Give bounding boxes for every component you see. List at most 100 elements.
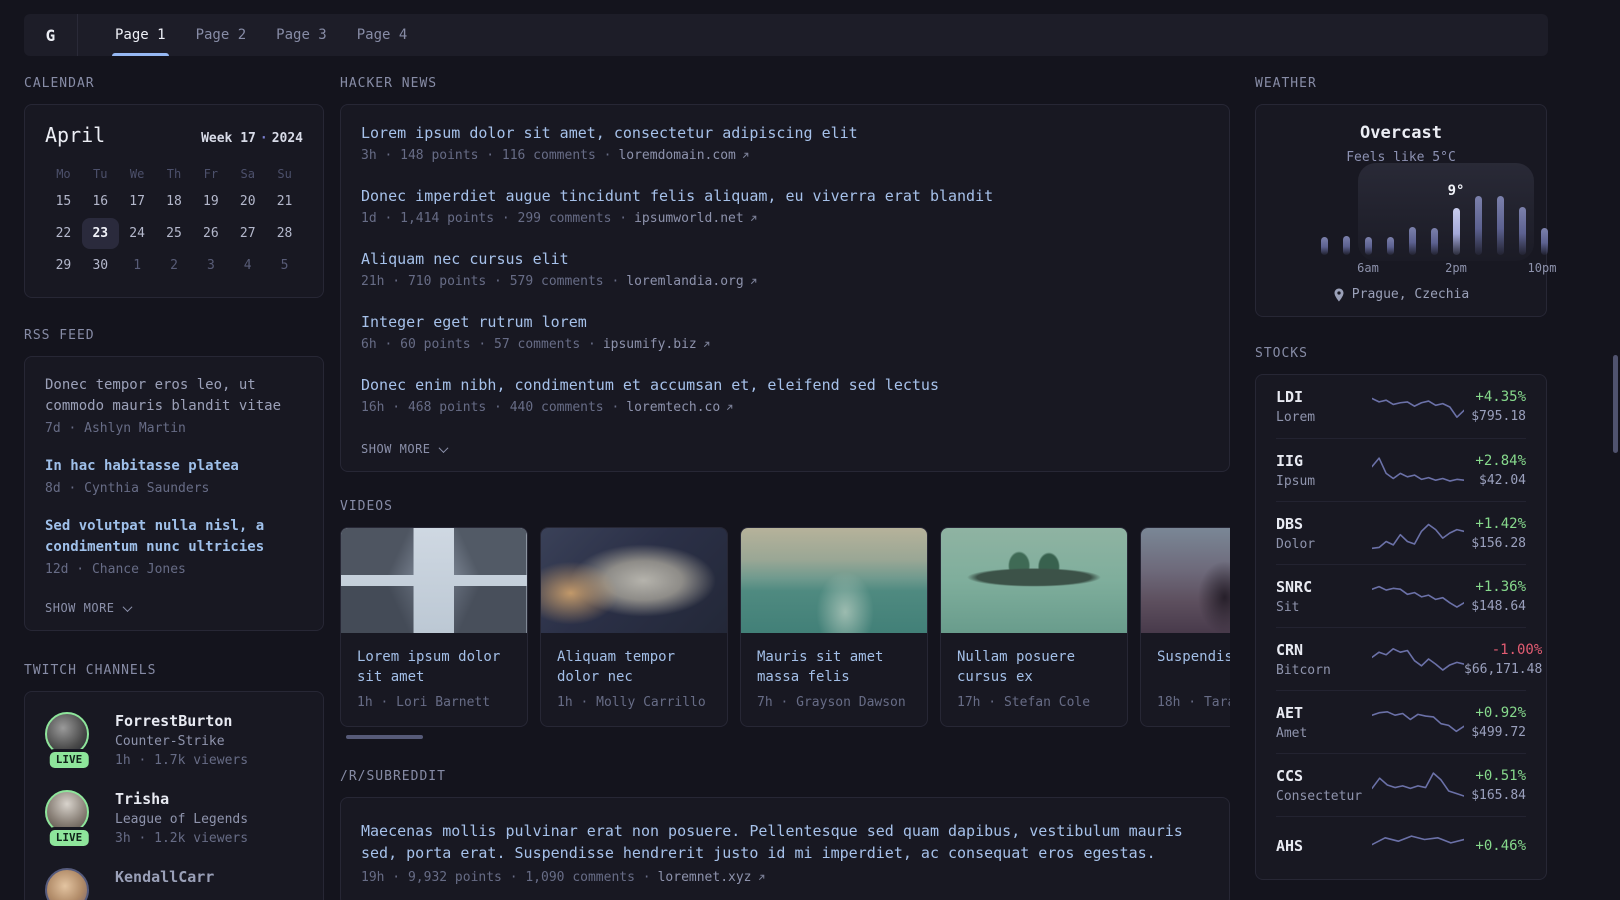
channel-name[interactable]: Trisha — [115, 790, 248, 808]
rss-item-title[interactable]: Donec tempor eros leo, ut commodo mauris… — [45, 375, 303, 417]
external-link-icon — [749, 277, 758, 286]
weather-bar — [1409, 227, 1416, 255]
avatar: LIVE — [45, 712, 93, 768]
calendar-day[interactable]: 1 — [119, 250, 156, 281]
video-thumbnail[interactable] — [341, 528, 527, 633]
stock-row[interactable]: LDI Lorem +4.35% $795.18 — [1276, 375, 1526, 438]
calendar-day[interactable]: 2 — [156, 250, 193, 281]
video-card[interactable]: Mauris sit amet massa felis 7h · Grayson… — [740, 527, 928, 727]
calendar-day[interactable]: 24 — [119, 218, 156, 249]
calendar-day[interactable]: 20 — [229, 186, 266, 217]
stock-change: +1.36% — [1475, 578, 1526, 595]
calendar-day[interactable]: 15 — [45, 186, 82, 217]
channel-name[interactable]: ForrestBurton — [115, 712, 248, 730]
hn-domain-link[interactable]: ipsumworld.net — [634, 211, 758, 226]
stock-row[interactable]: AHS +0.46% — [1276, 816, 1526, 879]
app-logo[interactable]: G — [24, 14, 78, 56]
stock-sparkline — [1372, 831, 1464, 865]
hn-item-title[interactable]: Donec imperdiet augue tincidunt felis al… — [361, 186, 1209, 206]
video-thumbnail[interactable] — [1141, 528, 1230, 633]
video-thumbnail[interactable] — [741, 528, 927, 633]
hn-domain-link[interactable]: loremtech.co — [626, 400, 734, 415]
hn-show-more-button[interactable]: SHOW MORE — [361, 442, 448, 456]
stock-symbol[interactable]: CRN — [1276, 641, 1372, 659]
tab-page-4[interactable]: Page 4 — [342, 14, 423, 56]
channel-meta: 1h · 1.7k viewers — [115, 753, 249, 768]
calendar-day[interactable]: 28 — [266, 218, 303, 249]
rss-show-more-button[interactable]: SHOW MORE — [45, 601, 132, 615]
stock-row[interactable]: AET Amet +0.92% $499.72 — [1276, 690, 1526, 753]
video-card[interactable]: Nullam posuere cursus ex 17h · Stefan Co… — [940, 527, 1128, 727]
stock-symbol[interactable]: DBS — [1276, 515, 1372, 533]
stock-symbol[interactable]: AHS — [1276, 837, 1372, 855]
calendar-day[interactable]: 25 — [156, 218, 193, 249]
twitch-channel-row[interactable]: KendallCarr — [45, 868, 303, 900]
stock-row[interactable]: CCS Consectetur +0.51% $165.84 — [1276, 753, 1526, 816]
calendar-day[interactable]: 19 — [192, 186, 229, 217]
reddit-post-title[interactable]: Maecenas mollis pulvinar erat non posuer… — [361, 820, 1209, 864]
calendar-day[interactable]: 21 — [266, 186, 303, 217]
calendar-day[interactable]: 16 — [82, 186, 119, 217]
video-title[interactable]: Lorem ipsum dolor sit amet consectetu… — [357, 647, 511, 687]
hn-domain-link[interactable]: ipsumify.biz — [603, 337, 711, 352]
channel-game[interactable]: League of Legends — [115, 812, 248, 827]
twitch-channel-row[interactable]: LIVE ForrestBurton Counter-Strike 1h · 1… — [45, 712, 303, 768]
calendar-day[interactable]: 23 — [81, 218, 119, 249]
hn-item-title[interactable]: Integer eget rutrum lorem — [361, 312, 1209, 332]
calendar-day[interactable]: 17 — [119, 186, 156, 217]
channel-game[interactable]: Counter-Strike — [115, 734, 248, 749]
calendar-day[interactable]: 22 — [45, 218, 82, 249]
hn-item-meta: 21h · 710 points · 579 comments · loremla… — [361, 274, 1209, 289]
calendar-day[interactable]: 29 — [45, 250, 82, 281]
reddit-domain-link[interactable]: loremnet.xyz — [658, 870, 766, 885]
avatar — [45, 868, 93, 900]
rss-item: In hac habitasse platea 8d · Cynthia Sau… — [45, 456, 303, 496]
stock-row[interactable]: CRN Bitcorn -1.00% $66,171.48 — [1276, 627, 1542, 690]
video-title[interactable]: Nullam posuere cursus ex — [957, 647, 1111, 687]
stock-symbol[interactable]: LDI — [1276, 388, 1372, 406]
weather-bar — [1453, 208, 1460, 255]
calendar-day[interactable]: 18 — [156, 186, 193, 217]
video-title[interactable]: Suspendisse diam — [1157, 647, 1230, 687]
video-title[interactable]: Aliquam tempor dolor nec pharetra… — [557, 647, 711, 687]
weather-section-title: WEATHER — [1255, 76, 1317, 91]
video-card[interactable]: Suspendisse diam 18h · Tara — [1140, 527, 1230, 727]
stock-symbol[interactable]: CCS — [1276, 767, 1372, 785]
rss-item-title[interactable]: Sed volutpat nulla nisl, a condimentum n… — [45, 516, 303, 558]
show-more-label: SHOW MORE — [45, 601, 115, 615]
hn-item-title[interactable]: Aliquam nec cursus elit — [361, 249, 1209, 269]
twitch-channel-row[interactable]: LIVE Trisha League of Legends 3h · 1.2k … — [45, 790, 303, 846]
channel-name[interactable]: KendallCarr — [115, 868, 214, 886]
page-scrollbar[interactable] — [1613, 355, 1618, 453]
stock-row[interactable]: DBS Dolor +1.42% $156.28 — [1276, 501, 1526, 564]
stock-symbol[interactable]: AET — [1276, 704, 1372, 722]
hn-domain-text: ipsumworld.net — [634, 211, 744, 226]
stock-row[interactable]: SNRC Sit +1.36% $148.64 — [1276, 564, 1526, 627]
tab-page-3[interactable]: Page 3 — [261, 14, 342, 56]
calendar-day[interactable]: 5 — [266, 250, 303, 281]
hn-domain-link[interactable]: loremlandia.org — [626, 274, 757, 289]
rss-item-title[interactable]: In hac habitasse platea — [45, 456, 303, 477]
hn-domain-link[interactable]: loremdomain.com — [618, 148, 749, 163]
carousel-scrollbar[interactable] — [346, 735, 423, 739]
video-meta: 17h · Stefan Cole — [957, 695, 1091, 710]
calendar-day[interactable]: 26 — [192, 218, 229, 249]
calendar-day[interactable]: 3 — [192, 250, 229, 281]
calendar-day-header: Tu — [93, 167, 108, 181]
calendar-day[interactable]: 30 — [82, 250, 119, 281]
video-card[interactable]: Aliquam tempor dolor nec pharetra… 1h · … — [540, 527, 728, 727]
calendar-day[interactable]: 27 — [229, 218, 266, 249]
tab-page-2[interactable]: Page 2 — [181, 14, 262, 56]
stock-row[interactable]: IIG Ipsum +2.84% $42.04 — [1276, 438, 1526, 501]
hn-item-title[interactable]: Donec enim nibh, condimentum et accumsan… — [361, 375, 1209, 395]
video-thumbnail[interactable] — [941, 528, 1127, 633]
calendar-day[interactable]: 4 — [229, 250, 266, 281]
calendar-week: Week 17 · 2024 — [201, 131, 303, 146]
video-card[interactable]: Lorem ipsum dolor sit amet consectetu… 1… — [340, 527, 528, 727]
video-thumbnail[interactable] — [541, 528, 727, 633]
video-title[interactable]: Mauris sit amet massa felis — [757, 647, 911, 687]
tab-page-1[interactable]: Page 1 — [100, 14, 181, 56]
hn-item-title[interactable]: Lorem ipsum dolor sit amet, consectetur … — [361, 123, 1209, 143]
stock-symbol[interactable]: SNRC — [1276, 578, 1372, 596]
stock-symbol[interactable]: IIG — [1276, 452, 1372, 470]
